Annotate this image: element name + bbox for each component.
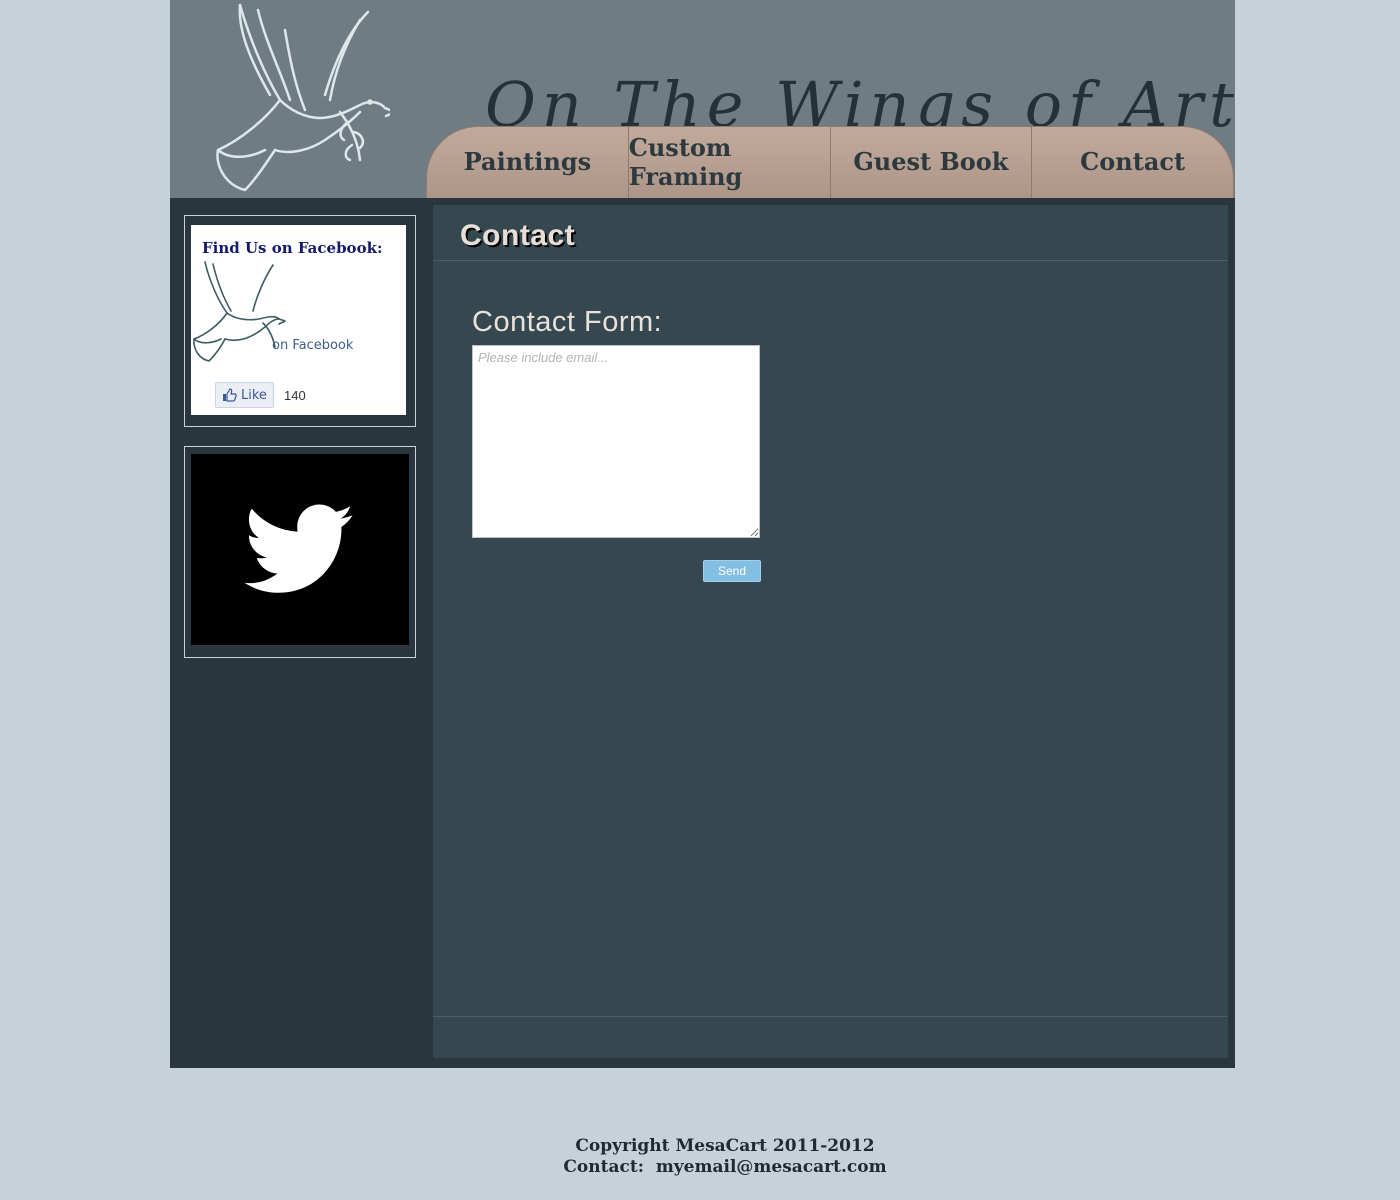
facebook-like-count: 140 [284,388,306,403]
message-field[interactable] [472,345,760,538]
contact-form-title: Contact Form: [472,306,663,338]
facebook-widget: Find Us on Facebook: on Facebook Like 14… [184,215,416,427]
facebook-widget-title: Find Us on Facebook: [202,239,383,257]
send-button[interactable]: Send [703,560,761,582]
content-footer-divider [433,1016,1228,1017]
heading-divider [433,260,1228,261]
thumbs-up-icon [223,388,237,402]
facebook-like-label: Like [241,387,267,403]
footer-contact[interactable]: Contact: myemail@mesacart.com [0,1157,1400,1178]
twitter-widget [184,446,416,658]
header: On The Wings of Art Paintings Custom Fra… [170,0,1235,198]
footer: Copyright MesaCart 2011-2012 Contact: my… [0,1136,1400,1178]
main-content: Contact Contact Form: Send [433,205,1228,1058]
nav-item-contact[interactable]: Contact [1031,126,1234,198]
page-title: Contact [460,219,576,252]
dove-icon [216,3,390,192]
site-container: On The Wings of Art Paintings Custom Fra… [170,0,1235,1068]
facebook-badge[interactable]: Find Us on Facebook: on Facebook Like 14… [191,225,406,415]
footer-copyright: Copyright MesaCart 2011-2012 [575,1136,875,1156]
twitter-badge[interactable] [191,454,409,645]
facebook-widget-subtitle: on Facebook [272,338,354,353]
nav-item-guest-book[interactable]: Guest Book [829,126,1032,198]
nav-item-custom-framing[interactable]: Custom Framing [627,126,830,198]
nav-item-paintings[interactable]: Paintings [426,126,628,198]
facebook-like-button[interactable]: Like [215,382,274,408]
twitter-bird-icon [244,503,354,593]
main-nav: Paintings Custom Framing Guest Book Cont… [426,126,1234,198]
